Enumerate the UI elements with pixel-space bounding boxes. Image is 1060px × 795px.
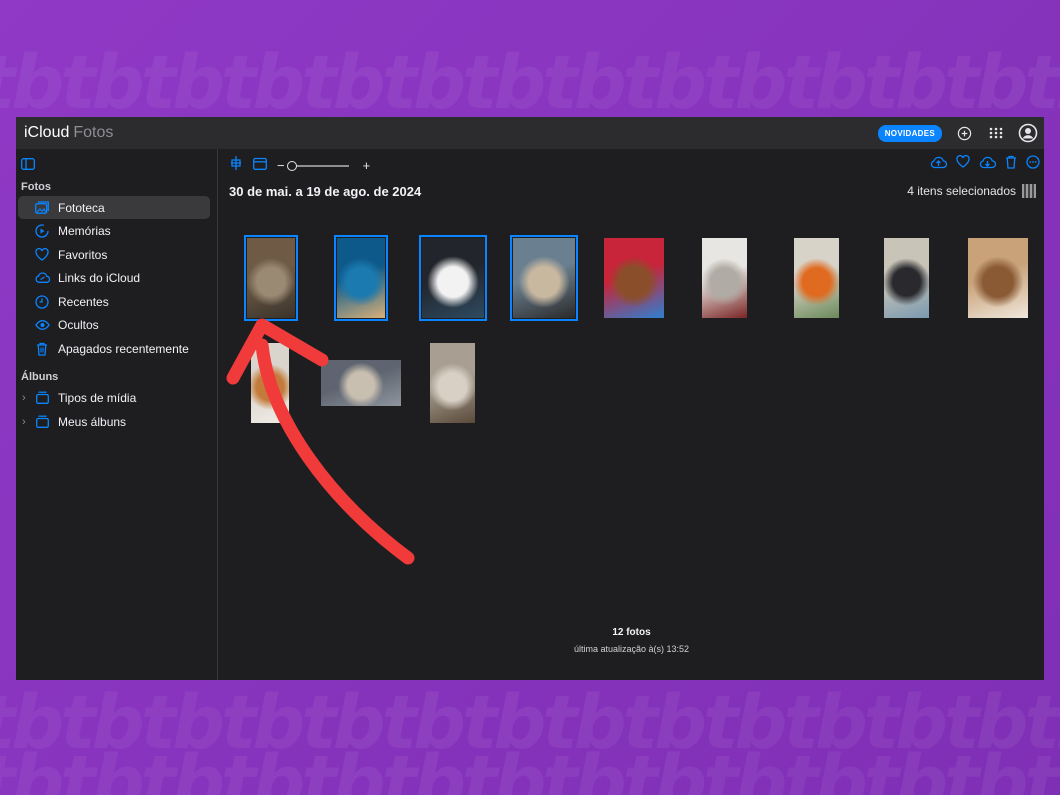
sidebar-item-label: Apagados recentemente — [58, 341, 189, 356]
sidebar-item-label: Meus álbuns — [58, 414, 127, 429]
selection-preview-icon[interactable] — [1022, 184, 1036, 198]
photo-books-shelf[interactable] — [244, 235, 298, 321]
sidebar-item-memorias[interactable]: Memórias — [18, 219, 210, 242]
sidebar: Fotos Fototeca Memórias Favoritos Links … — [16, 149, 218, 680]
sync-icon[interactable] — [229, 155, 243, 176]
chevron-right-icon[interactable]: › — [22, 392, 26, 404]
sidebar-toggle-icon[interactable] — [21, 157, 35, 175]
sidebar-item-recentes[interactable]: Recentes — [18, 290, 210, 313]
icloud-photos-window: iCloud Fotos NOVIDADES Fotos Fototeca Me… — [16, 117, 1044, 680]
trash-icon — [34, 341, 50, 357]
sidebar-section-photos: Fotos — [21, 181, 51, 193]
news-badge-button[interactable]: NOVIDADES — [877, 124, 942, 142]
sidebar-item-fototeca[interactable]: Fototeca — [18, 196, 210, 219]
sidebar-item-label: Favoritos — [58, 247, 108, 262]
more-icon[interactable] — [1026, 155, 1040, 174]
zoom-out-button[interactable]: − — [277, 158, 285, 173]
zoom-slider[interactable]: − + — [277, 158, 370, 173]
sidebar-item-apagados[interactable]: Apagados recentemente — [18, 337, 210, 360]
trash-icon[interactable] — [1005, 155, 1017, 174]
brand-section: Fotos — [73, 124, 114, 141]
heart-icon — [34, 247, 50, 263]
folder-icon — [34, 390, 50, 406]
photo-cat-bed[interactable] — [884, 238, 929, 318]
sidebar-item-ocultos[interactable]: Ocultos — [18, 313, 210, 336]
sidebar-item-label: Recentes — [58, 294, 109, 309]
folder-icon — [34, 414, 50, 430]
selection-count: 4 itens selecionados — [907, 184, 1016, 198]
apps-grid-icon[interactable] — [986, 123, 1006, 143]
clock-icon — [34, 294, 50, 310]
zoom-in-button[interactable]: + — [363, 158, 371, 173]
sidebar-item-label: Links do iCloud — [58, 270, 141, 285]
main-content: − + 30 de mai. a 19 de ago. de 2024 4 it… — [219, 149, 1044, 680]
brand-name: iCloud — [24, 124, 70, 141]
top-bar: iCloud Fotos NOVIDADES — [16, 117, 1044, 149]
photo-cat-siamese[interactable] — [510, 235, 578, 321]
date-range-title: 30 de mai. a 19 de ago. de 2024 — [229, 184, 422, 199]
sidebar-item-tipos-de-midia[interactable]: › Tipos de mídia — [18, 386, 210, 409]
sidebar-item-links-icloud[interactable]: Links do iCloud — [18, 266, 210, 289]
photo-cat-sofa[interactable] — [321, 360, 401, 406]
zoom-track[interactable] — [286, 160, 349, 171]
selection-info: 4 itens selecionados — [907, 184, 1036, 198]
app-brand[interactable]: iCloud Fotos — [22, 124, 113, 142]
photo-kitchen-cat[interactable] — [702, 238, 747, 318]
chevron-right-icon[interactable]: › — [22, 416, 26, 428]
photo-cat-colorful[interactable] — [604, 238, 664, 318]
sidebar-item-label: Memórias — [58, 223, 111, 238]
sidebar-item-label: Ocultos — [58, 317, 99, 332]
eye-icon — [34, 317, 50, 333]
photo-cat-blue-blanket[interactable] — [334, 235, 388, 321]
photo-vinyl-records[interactable] — [794, 238, 839, 318]
account-icon[interactable] — [1018, 123, 1038, 143]
photo-cat-floor[interactable] — [430, 343, 475, 423]
photo-cat-wall[interactable] — [251, 343, 289, 423]
last-update: última atualização à(s) 13:52 — [573, 644, 690, 654]
library-icon — [34, 200, 50, 216]
sidebar-item-label: Tipos de mídia — [58, 390, 137, 405]
heart-icon[interactable] — [956, 154, 970, 174]
zoom-knob[interactable] — [286, 160, 297, 171]
sidebar-item-meus-albuns[interactable]: › Meus álbuns — [18, 410, 210, 433]
download-icon[interactable] — [979, 155, 997, 174]
photos-count: 12 fotos — [612, 627, 651, 638]
add-icon[interactable] — [954, 123, 974, 143]
sidebar-item-favoritos[interactable]: Favoritos — [18, 243, 210, 266]
cloud-link-icon — [34, 270, 50, 286]
sidebar-section-albums: Álbuns — [21, 371, 59, 383]
photo-cat-box[interactable] — [968, 238, 1028, 318]
library-footer: 12 fotos última atualização à(s) 13:52 — [219, 627, 1044, 654]
photo-cat-closeup[interactable] — [419, 235, 487, 321]
memories-icon — [34, 223, 50, 239]
upload-icon[interactable] — [930, 155, 948, 174]
calendar-icon[interactable] — [253, 157, 267, 175]
sidebar-item-label: Fototeca — [58, 200, 105, 215]
